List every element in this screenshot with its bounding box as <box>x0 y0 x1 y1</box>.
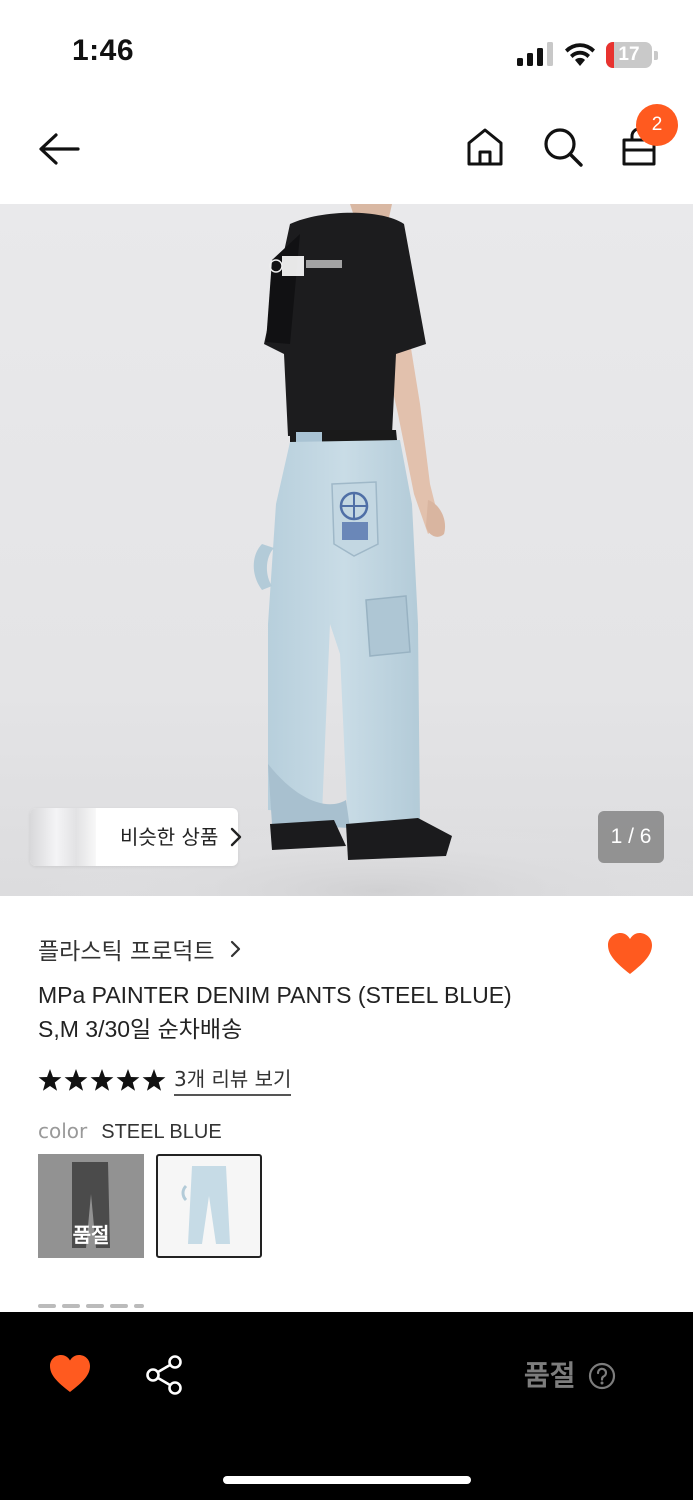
product-image-carousel[interactable] <box>0 204 693 896</box>
sold-out-label: 품절 <box>72 1223 110 1247</box>
arrow-left-icon[interactable] <box>36 126 82 172</box>
wifi-icon <box>565 43 595 66</box>
star-icon <box>116 1069 140 1091</box>
cellular-signal-icon <box>517 42 553 66</box>
question-circle-icon[interactable] <box>588 1362 616 1390</box>
chevron-right-icon <box>230 827 242 847</box>
star-icon <box>142 1069 166 1091</box>
home-icon[interactable] <box>462 124 508 170</box>
heart-icon[interactable] <box>606 932 654 976</box>
top-navigation <box>0 100 693 204</box>
search-icon[interactable] <box>540 124 586 170</box>
color-label: color <box>38 1119 88 1143</box>
product-photo <box>0 204 693 896</box>
heart-icon[interactable] <box>48 1354 92 1394</box>
product-shipping-note: S,M 3/30일 순차배송 <box>38 1016 243 1042</box>
similar-products-thumbnail <box>30 808 96 866</box>
color-option-row: color STEEL BLUE <box>38 1116 222 1147</box>
star-icon <box>90 1069 114 1091</box>
share-icon[interactable] <box>144 1354 186 1396</box>
home-indicator <box>223 1476 471 1484</box>
product-title: MPa PAINTER DENIM PANTS (STEEL BLUE) S,M… <box>38 978 638 1046</box>
star-icon <box>38 1069 62 1091</box>
battery-icon: 17 <box>606 42 658 68</box>
rating-stars <box>38 1069 166 1091</box>
sold-out-label: 품절 <box>524 1359 576 1392</box>
steel-blue-pants-thumbnail <box>181 1166 230 1244</box>
chevron-right-icon[interactable] <box>230 940 242 958</box>
price-peek <box>38 1302 178 1312</box>
similar-products-button[interactable]: 비슷한 상품 <box>30 808 242 866</box>
similar-products-label: 비슷한 상품 <box>120 825 219 849</box>
status-time: 1:46 <box>72 34 135 67</box>
brand-link[interactable]: 플라스틱 프로덕트 <box>38 932 215 966</box>
image-page-indicator: 1 / 6 <box>598 811 664 863</box>
battery-level: 17 <box>618 44 640 65</box>
star-icon <box>64 1069 88 1091</box>
sold-out-button[interactable]: 품절 <box>500 1350 660 1402</box>
selected-color-value: STEEL BLUE <box>101 1121 222 1143</box>
status-bar: 1:46 17 <box>0 0 693 100</box>
product-name: MPa PAINTER DENIM PANTS (STEEL BLUE) <box>38 982 512 1008</box>
view-reviews-link[interactable]: 3개 리뷰 보기 <box>174 1064 292 1096</box>
cart-count-badge: 2 <box>636 104 678 146</box>
color-swatch-charcoal[interactable]: 품절 <box>38 1154 144 1258</box>
bottom-action-bar <box>0 1312 693 1500</box>
color-swatch-steel-blue[interactable] <box>156 1154 262 1258</box>
